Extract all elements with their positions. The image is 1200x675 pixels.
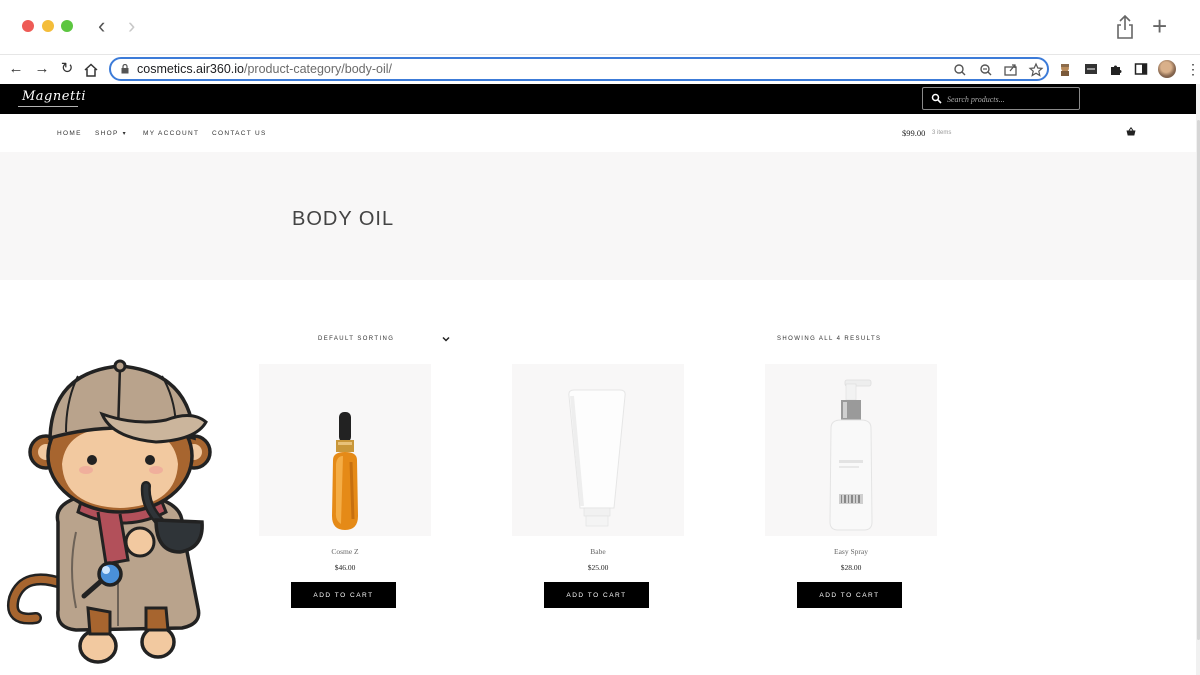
forward-icon[interactable]: → [32,59,52,79]
url-path: /product-category/body-oil/ [244,62,392,76]
url-text: cosmetics.air360.io/product-category/bod… [137,62,392,76]
product-image[interactable] [765,364,937,536]
sorting-select[interactable]: DEFAULT SORTING [318,335,454,347]
back-icon[interactable]: ‹ [98,14,105,38]
search-icon[interactable] [951,61,969,79]
minimize-window-button[interactable] [42,20,54,32]
close-window-button[interactable] [22,20,34,32]
share-icon[interactable] [1002,61,1020,79]
menu-icon[interactable]: ⋮ [1186,61,1200,77]
category-hero: BODY OIL [0,152,1196,280]
tube-image [568,389,626,527]
detective-monkey-mascot [7,359,212,664]
product-card: Babe $25.00 ADD TO CART [512,364,684,614]
product-image[interactable] [259,364,431,536]
nav-shop-label: SHOP [95,130,119,137]
cart-count[interactable]: 3 items [932,130,951,136]
site-header: Magnetti [0,84,1196,114]
cart-total[interactable]: $99.00 [902,128,925,138]
extension-icon[interactable] [1084,62,1098,76]
product-image[interactable] [512,364,684,536]
nav-my-account[interactable]: MY ACCOUNT [143,130,199,137]
spy-extension-icon[interactable] [1058,62,1072,76]
nav-home[interactable]: HOME [57,130,82,137]
home-icon[interactable] [84,63,98,77]
add-to-cart-button[interactable]: ADD TO CART [544,582,649,608]
logo-underline [18,106,78,107]
product-price: $28.00 [840,563,862,572]
address-bar[interactable]: cosmetics.air360.io/product-category/bod… [109,57,1049,81]
results-count: SHOWING ALL 4 RESULTS [777,336,882,342]
sidebar-icon[interactable] [1134,62,1148,76]
zoom-icon[interactable] [977,61,995,79]
maximize-window-button[interactable] [61,20,73,32]
browser-window: ‹ › + ← → ↻ cosmetics.air360.io/product-… [0,0,1200,675]
basket-icon[interactable] [1126,127,1136,136]
site-logo[interactable]: Magnetti [22,89,86,104]
chevron-down-icon [442,336,450,342]
product-name[interactable]: Cosme Z [259,547,431,556]
add-to-cart-button[interactable]: ADD TO CART [797,582,902,608]
nav-shop[interactable]: SHOP ▾ [95,130,127,137]
share-icon[interactable] [1114,14,1136,40]
page-title: BODY OIL [292,208,395,230]
back-icon[interactable]: ← [6,59,26,79]
serum-bottle-image [332,412,358,530]
extensions-icon[interactable] [1109,62,1123,76]
product-price: $46.00 [334,563,356,572]
sorting-label: DEFAULT SORTING [318,336,395,342]
product-price: $25.00 [587,563,609,572]
lock-icon [121,64,129,74]
nav-contact-us[interactable]: CONTACT US [212,130,267,137]
search-icon [931,93,942,104]
product-card: Cosme Z $46.00 ADD TO CART [259,364,431,614]
search-input[interactable] [947,92,1073,106]
new-tab-button[interactable]: + [1152,12,1167,40]
title-bar: ‹ › + [0,0,1200,54]
add-to-cart-button[interactable]: ADD TO CART [291,582,396,608]
product-name[interactable]: Babe [512,547,684,556]
forward-icon[interactable]: › [128,14,135,38]
chevron-down-icon: ▾ [122,131,127,137]
product-card: Easy Spray $28.00 ADD TO CART [765,364,937,614]
reload-icon[interactable]: ↻ [57,59,77,79]
product-search [922,87,1080,110]
main-nav: HOME SHOP ▾ MY ACCOUNT CONTACT US $99.00 … [0,114,1196,152]
product-name[interactable]: Easy Spray [765,547,937,556]
pump-bottle-image [829,379,873,531]
star-icon[interactable] [1027,61,1045,79]
profile-avatar[interactable] [1158,60,1176,78]
url-host: cosmetics.air360.io [137,62,244,76]
browser-toolbar: ← → ↻ cosmetics.air360.io/product-catego… [0,54,1200,84]
